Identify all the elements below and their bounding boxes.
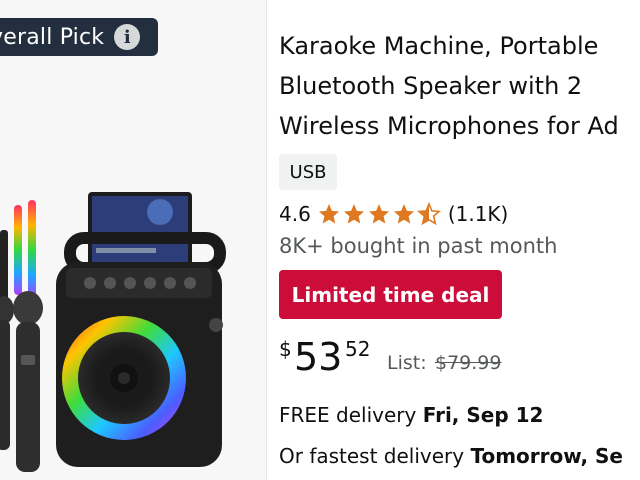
rating-row[interactable]: 4.6 (1.1K) <box>279 200 508 228</box>
karaoke-machine-image[interactable] <box>0 150 266 480</box>
list-price-label: List: <box>387 352 427 374</box>
product-title[interactable]: Karaoke Machine, Portable Bluetooth Spea… <box>279 26 640 146</box>
star-full-icon <box>343 204 364 224</box>
product-image-panel: verall Pick i <box>0 0 266 480</box>
star-full-icon <box>368 204 389 224</box>
variant-chip[interactable]: USB <box>279 154 337 190</box>
price-fraction: 52 <box>345 337 371 361</box>
star-rating <box>317 202 442 226</box>
title-line: Karaoke Machine, Portable <box>279 32 599 60</box>
price-symbol: $ <box>279 337 292 361</box>
bought-count: 8K+ bought in past month <box>279 234 558 258</box>
badge-label: verall Pick <box>0 24 105 50</box>
rating-value: 4.6 <box>279 202 311 226</box>
delivery-info: FREE delivery Fri, Sep 12 <box>279 403 543 427</box>
limited-time-deal-badge: Limited time deal <box>279 270 502 319</box>
fastest-prefix: Or fastest delivery <box>279 444 465 468</box>
title-line: Wireless Microphones for Ad <box>279 112 619 140</box>
review-count[interactable]: (1.1K) <box>448 202 509 226</box>
fastest-delivery-info: Or fastest delivery Tomorrow, Se <box>279 444 623 468</box>
fastest-date: Tomorrow, Se <box>470 444 623 468</box>
delivery-prefix: FREE delivery <box>279 403 417 427</box>
delivery-date: Fri, Sep 12 <box>422 403 544 427</box>
list-price: $79.99 <box>435 352 502 374</box>
panel-divider <box>266 0 267 480</box>
overall-pick-badge: verall Pick i <box>0 18 158 56</box>
star-full-icon <box>318 204 339 224</box>
title-line: Bluetooth Speaker with 2 <box>279 72 583 100</box>
star-full-icon <box>393 204 414 224</box>
price-whole: 53 <box>294 335 343 379</box>
star-half-icon <box>416 202 441 226</box>
info-icon[interactable]: i <box>114 24 141 50</box>
